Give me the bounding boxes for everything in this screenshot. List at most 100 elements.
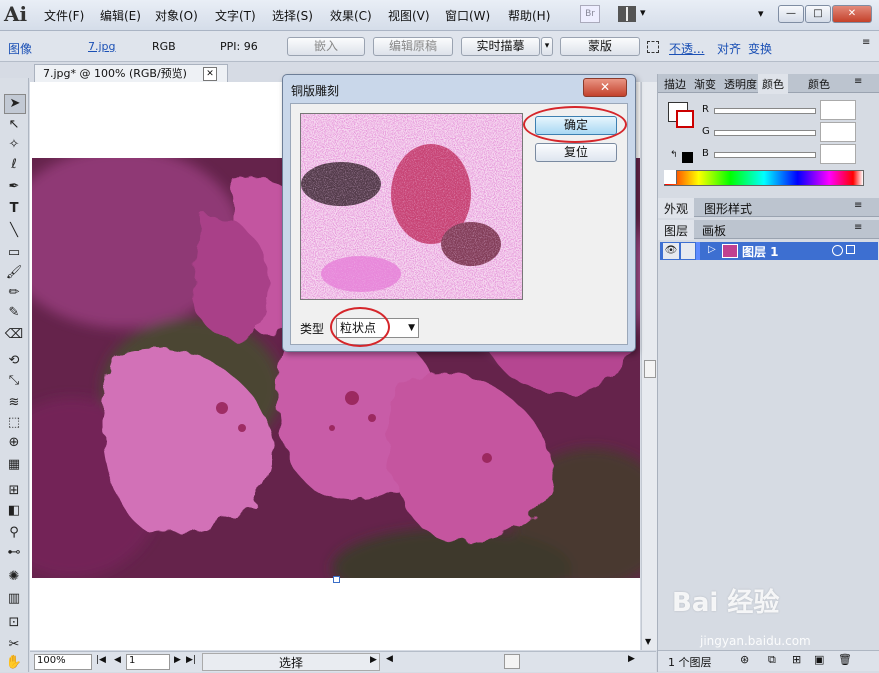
delete-layer-icon[interactable]: 🗑 — [838, 653, 852, 666]
menu-window[interactable]: 窗口(W) — [445, 7, 490, 24]
tab-stroke[interactable]: 描边 — [664, 76, 686, 92]
menu-object[interactable]: 对象(O) — [155, 7, 198, 24]
direct-selection-tool-icon[interactable]: ↖ — [4, 116, 24, 134]
last-color-icon[interactable]: ↰ — [670, 150, 678, 160]
mask-button[interactable]: 蒙版 — [560, 37, 640, 56]
rotate-tool-icon[interactable]: ⟲ — [4, 352, 24, 370]
pen-tool-icon[interactable]: ✒ — [4, 178, 24, 196]
menu-edit[interactable]: 编辑(E) — [100, 7, 141, 24]
tab-transparency[interactable]: 透明度 — [724, 76, 757, 92]
dialog-close-button[interactable]: ✕ — [583, 78, 627, 97]
line-tool-icon[interactable]: ╲ — [4, 222, 24, 240]
next-page-icon[interactable]: ▶ — [174, 655, 181, 665]
tab-gradient[interactable]: 渐变 — [694, 76, 716, 92]
red-slider[interactable] — [714, 108, 816, 114]
new-sublayer-icon[interactable]: ⊞ — [792, 653, 801, 666]
transform-link[interactable]: 变换 — [748, 40, 772, 57]
target-circle-icon[interactable] — [832, 245, 843, 256]
lasso-tool-icon[interactable]: ℓ — [4, 156, 24, 174]
edit-original-button[interactable]: 编辑原稿 — [373, 37, 453, 56]
vertical-scroll-thumb[interactable] — [644, 360, 656, 378]
eyedropper-tool-icon[interactable]: ⚲ — [4, 524, 24, 542]
align-link[interactable]: 对齐 — [717, 40, 741, 57]
workspace-dropdown[interactable]: ▾ — [758, 7, 764, 20]
visibility-eye-icon[interactable]: 👁 — [663, 243, 679, 259]
artboard-tool-icon[interactable]: ⊡ — [4, 614, 24, 632]
reset-button[interactable]: 复位 — [535, 143, 617, 162]
warp-tool-icon[interactable]: ≋ — [4, 394, 24, 412]
menu-type[interactable]: 文字(T) — [215, 7, 256, 24]
red-value-field[interactable] — [820, 100, 856, 120]
column-graph-tool-icon[interactable]: ▥ — [4, 590, 24, 608]
document-close-icon[interactable]: ✕ — [203, 67, 217, 81]
blue-slider[interactable] — [714, 152, 816, 158]
rectangle-tool-icon[interactable]: ▭ — [4, 244, 24, 262]
mesh-tool-icon[interactable]: ⊞ — [4, 482, 24, 500]
opacity-link[interactable]: 不透... — [669, 40, 704, 57]
menu-select[interactable]: 选择(S) — [272, 7, 313, 24]
blob-brush-tool-icon[interactable]: ✎ — [4, 304, 24, 322]
lock-toggle[interactable] — [681, 243, 695, 259]
filename-link[interactable]: 7.jpg — [88, 40, 116, 53]
tab-layers[interactable]: 图层 — [658, 220, 695, 240]
panel-menu-icon[interactable]: ≡ — [862, 37, 870, 48]
hscroll-left-icon[interactable]: ◀ — [386, 654, 393, 664]
selection-tool-icon[interactable]: ➤ — [4, 94, 26, 114]
menu-help[interactable]: 帮助(H) — [508, 7, 550, 24]
menu-effect[interactable]: 效果(C) — [330, 7, 372, 24]
panel-menu-icon[interactable]: ≡ — [854, 222, 862, 233]
status-menu-arrow-icon[interactable]: ▶ — [370, 655, 377, 665]
free-transform-tool-icon[interactable]: ⬚ — [4, 414, 24, 432]
vertical-scrollbar[interactable]: ▼ — [641, 82, 657, 650]
gradient-tool-icon[interactable]: ◧ — [4, 502, 24, 520]
prev-page-icon[interactable]: ◀ — [114, 655, 121, 665]
stroke-swatch[interactable] — [676, 110, 694, 128]
trace-options-dropdown[interactable]: ▾ — [541, 37, 553, 56]
scale-tool-icon[interactable]: ⤡ — [4, 372, 24, 390]
layer-row[interactable]: 👁 ▷ 图层 1 — [660, 242, 878, 260]
panel-menu-icon[interactable]: ≡ — [854, 200, 862, 211]
effect-preview[interactable] — [300, 113, 523, 300]
live-trace-button[interactable]: 实时描摹 — [461, 37, 540, 56]
expand-triangle-icon[interactable]: ▷ — [708, 244, 716, 255]
scroll-down-icon[interactable]: ▼ — [645, 637, 651, 646]
blend-tool-icon[interactable]: ⊷ — [4, 544, 24, 562]
bridge-button[interactable]: Br — [580, 5, 600, 23]
layer-name[interactable]: 图层 1 — [742, 243, 779, 260]
page-select[interactable]: 1 — [126, 654, 170, 670]
bounding-box-handle[interactable] — [333, 576, 340, 583]
embed-button[interactable]: 嵌入 — [287, 37, 365, 56]
tab-artboards[interactable]: 画板 — [702, 222, 726, 239]
tab-color-guide[interactable]: 颜色 — [808, 76, 830, 92]
green-value-field[interactable] — [820, 122, 856, 142]
clipping-mask-icon[interactable]: ⧉ — [768, 653, 776, 667]
locate-object-icon[interactable]: ⊛ — [740, 653, 749, 666]
menu-view[interactable]: 视图(V) — [388, 7, 430, 24]
first-page-icon[interactable]: |◀ — [96, 655, 106, 665]
maximize-button[interactable]: □ — [805, 5, 831, 23]
last-color-swatch[interactable] — [682, 152, 693, 163]
zoom-select[interactable]: 100% — [34, 654, 92, 670]
tab-graphic-styles[interactable]: 图形样式 — [704, 200, 752, 217]
horizontal-scroll-thumb[interactable] — [504, 654, 520, 669]
pencil-tool-icon[interactable]: ✏ — [4, 284, 24, 302]
paintbrush-tool-icon[interactable]: 🖌 — [4, 264, 24, 282]
tab-color[interactable]: 颜色 — [758, 74, 788, 94]
blue-value-field[interactable] — [820, 144, 856, 164]
minimize-button[interactable]: — — [778, 5, 804, 23]
status-mode-menu[interactable]: 选择 — [202, 653, 380, 671]
selection-square-icon[interactable] — [846, 245, 855, 254]
none-swatch[interactable] — [664, 170, 677, 184]
hand-tool-icon[interactable]: ✋ — [4, 654, 24, 672]
document-tab[interactable]: 7.jpg* @ 100% (RGB/预览) ✕ — [34, 64, 228, 83]
panel-menu-icon[interactable]: ≡ — [854, 76, 862, 87]
hscroll-right-icon[interactable]: ▶ — [628, 654, 635, 664]
new-layer-icon[interactable]: ▣ — [814, 653, 824, 666]
color-spectrum[interactable] — [664, 170, 864, 186]
magic-wand-tool-icon[interactable]: ✧ — [4, 136, 24, 154]
slice-tool-icon[interactable]: ✂ — [4, 636, 24, 654]
symbol-sprayer-tool-icon[interactable]: ✺ — [4, 568, 24, 586]
shape-builder-tool-icon[interactable]: ⊕ — [4, 434, 24, 452]
arrange-icon[interactable] — [618, 6, 636, 22]
transform-box-icon[interactable] — [647, 41, 659, 53]
